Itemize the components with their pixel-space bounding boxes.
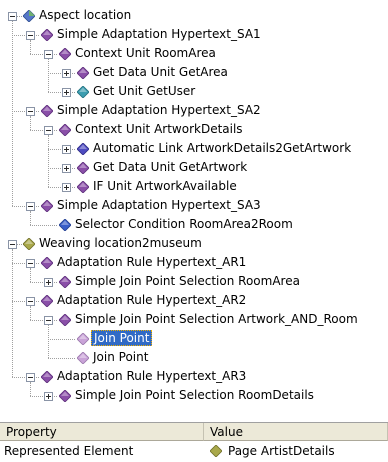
tree-node-label: IF Unit ArtworkAvailable	[93, 179, 237, 193]
diamond-teal-icon	[76, 85, 90, 99]
tree-node-label: Join Point	[91, 330, 153, 346]
tree-node-get-data-unit-getarea[interactable]: Get Data Unit GetArea	[0, 63, 388, 82]
tree-node-if-unit-artworkavailable[interactable]: IF Unit ArtworkAvailable	[0, 177, 388, 196]
property-value-cell: Page ArtistDetails	[228, 444, 335, 458]
tree-branch-line	[48, 339, 75, 340]
property-column-header[interactable]: Property	[0, 423, 204, 441]
tree-node-get-unit-getuser[interactable]: Get Unit GetUser	[0, 82, 388, 101]
tree-node-label: Simple Join Point Selection Artwork_AND_…	[75, 312, 358, 326]
tree-node-label: Context Unit ArtworkDetails	[75, 122, 243, 136]
diamond-purple-icon	[58, 313, 72, 327]
tree-node-label: Simple Join Point Selection RoomDetails	[75, 388, 314, 402]
collapse-toggle-icon[interactable]	[44, 50, 53, 59]
tree-node-selector-condition[interactable]: Selector Condition RoomArea2Room	[0, 215, 388, 234]
diamond-purple-icon	[40, 104, 54, 118]
tree-view[interactable]: Aspect location Simple Adaptation Hyperte…	[0, 0, 388, 422]
tree-node-automatic-link[interactable]: Automatic Link ArtworkDetails2GetArtwork	[0, 139, 388, 158]
tree-node-adaptation-rule-ar1[interactable]: Adaptation Rule Hypertext_AR1	[0, 253, 388, 272]
tree-node-label: Get Unit GetUser	[93, 84, 196, 98]
tree-node-label: Simple Adaptation Hypertext_SA2	[57, 103, 261, 117]
collapse-toggle-icon[interactable]	[8, 240, 17, 249]
diamond-purple-icon	[58, 47, 72, 61]
tree-node-label: Automatic Link ArtworkDetails2GetArtwork	[93, 141, 352, 155]
expand-toggle-icon[interactable]	[62, 69, 71, 78]
tree-node-simple-adaptation-sa2[interactable]: Simple Adaptation Hypertext_SA2	[0, 101, 388, 120]
expand-toggle-icon[interactable]	[62, 88, 71, 97]
tree-node-simple-adaptation-sa1[interactable]: Simple Adaptation Hypertext_SA1	[0, 25, 388, 44]
tree-node-join-point-selection-roomarea[interactable]: Simple Join Point Selection RoomArea	[0, 272, 388, 291]
diamond-blue-purple-icon	[76, 142, 90, 156]
expand-toggle-icon[interactable]	[44, 278, 53, 287]
value-column-header[interactable]: Value	[204, 423, 388, 441]
expand-toggle-icon[interactable]	[62, 145, 71, 154]
tree-node-aspect-location[interactable]: Aspect location	[0, 6, 388, 25]
collapse-toggle-icon[interactable]	[44, 316, 53, 325]
tree-node-adaptation-rule-ar2[interactable]: Adaptation Rule Hypertext_AR2	[0, 291, 388, 310]
collapse-toggle-icon[interactable]	[8, 12, 17, 21]
tree-node-label: Simple Adaptation Hypertext_SA1	[57, 27, 261, 41]
tree-node-label: Adaptation Rule Hypertext_AR3	[57, 369, 247, 383]
tree-node-label: Adaptation Rule Hypertext_AR1	[57, 255, 247, 269]
property-name-cell: Represented Element	[4, 444, 134, 458]
tree-node-label: Selector Condition RoomArea2Room	[75, 217, 293, 231]
tree-branch-line	[48, 358, 75, 359]
tree-node-join-point-selection-roomdetails[interactable]: Simple Join Point Selection RoomDetails	[0, 386, 388, 405]
tree-node-adaptation-rule-ar3[interactable]: Adaptation Rule Hypertext_AR3	[0, 367, 388, 386]
tree-node-context-unit-artworkdetails[interactable]: Context Unit ArtworkDetails	[0, 120, 388, 139]
collapse-toggle-icon[interactable]	[26, 259, 35, 268]
tree-node-weaving-location2museum[interactable]: Weaving location2museum	[0, 234, 388, 253]
diamond-purple-icon	[40, 294, 54, 308]
collapse-toggle-icon[interactable]	[44, 126, 53, 135]
expand-toggle-icon[interactable]	[62, 164, 71, 173]
diamond-purple-icon	[76, 180, 90, 194]
diamond-purple-icon	[76, 66, 90, 80]
tree-node-label: Get Data Unit GetArea	[93, 65, 228, 79]
tree-node-label: Join Point	[93, 350, 149, 364]
tree-node-simple-adaptation-sa3[interactable]: Simple Adaptation Hypertext_SA3	[0, 196, 388, 215]
diamond-purple-icon	[58, 123, 72, 137]
tree-node-label: Simple Join Point Selection RoomArea	[75, 274, 300, 288]
collapse-toggle-icon[interactable]	[26, 31, 35, 40]
diamond-purple-icon	[40, 370, 54, 384]
diamond-pale-purple-icon	[76, 332, 90, 346]
expand-toggle-icon[interactable]	[62, 183, 71, 192]
collapse-toggle-icon[interactable]	[26, 373, 35, 382]
expand-toggle-icon[interactable]	[44, 392, 53, 401]
tree-branch-line	[30, 225, 57, 226]
diamond-purple-icon	[76, 161, 90, 175]
diamond-purple-icon	[58, 275, 72, 289]
tree-node-join-point-2[interactable]: Join Point	[0, 348, 388, 367]
collapse-toggle-icon[interactable]	[26, 202, 35, 211]
diamond-blue-green-icon	[22, 9, 36, 23]
diamond-blue-icon	[58, 218, 72, 232]
diamond-olive-icon	[22, 237, 36, 251]
diamond-purple-icon	[40, 199, 54, 213]
collapse-toggle-icon[interactable]	[26, 297, 35, 306]
tree-node-label: Aspect location	[39, 8, 132, 22]
tree-node-label: Get Data Unit GetArtwork	[93, 160, 248, 174]
diamond-purple-icon	[58, 389, 72, 403]
tree-node-label: Weaving location2museum	[39, 236, 202, 250]
tree-node-label: Context Unit RoomArea	[75, 46, 216, 60]
diamond-purple-icon	[40, 28, 54, 42]
tree-node-label: Adaptation Rule Hypertext_AR2	[57, 293, 247, 307]
tree-node-context-unit-roomarea[interactable]: Context Unit RoomArea	[0, 44, 388, 63]
tree-node-label: Simple Adaptation Hypertext_SA3	[57, 198, 261, 212]
diamond-purple-icon	[40, 256, 54, 270]
collapse-toggle-icon[interactable]	[26, 107, 35, 116]
diamond-pale-purple-icon	[76, 351, 90, 365]
tree-node-join-point-selection-artwork-and-room[interactable]: Simple Join Point Selection Artwork_AND_…	[0, 310, 388, 329]
represented-element-icon	[209, 444, 223, 458]
properties-table: Property Value Represented Element Page …	[0, 422, 388, 462]
tree-node-get-data-unit-getartwork[interactable]: Get Data Unit GetArtwork	[0, 158, 388, 177]
tree-node-join-point-1[interactable]: Join Point	[0, 329, 388, 348]
